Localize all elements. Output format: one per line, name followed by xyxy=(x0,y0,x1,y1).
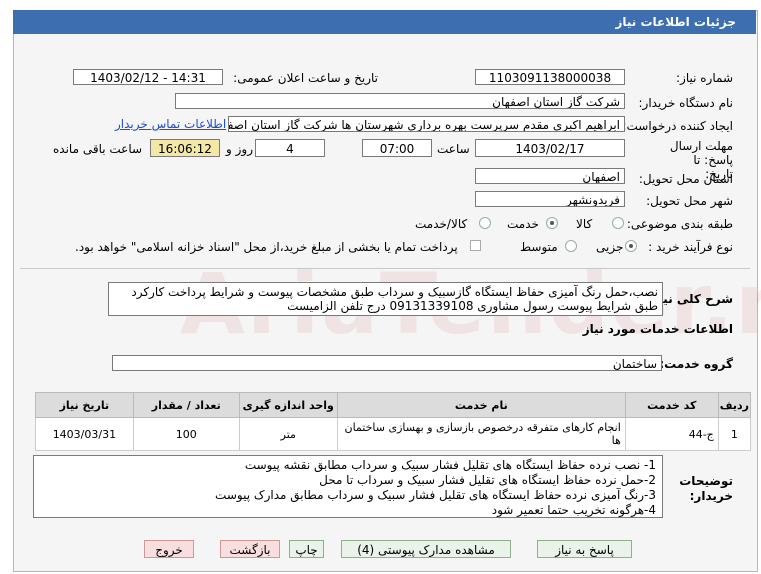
buyer-note-line-1: 1- نصب نرده حفاظ ایستگاه های تقلیل فشار … xyxy=(244,458,656,472)
print-button[interactable]: چاپ xyxy=(289,540,324,558)
process-label: نوع فرآیند خرید : xyxy=(648,240,733,254)
cell-service-name: انجام کارهای متفرقه درخصوص بازسازی و بهس… xyxy=(336,417,626,451)
remaining-time-field: 16:06:12 xyxy=(150,139,220,157)
category-service-radio[interactable] xyxy=(546,217,558,229)
services-section-title: اطلاعات خدمات مورد نیاز xyxy=(582,322,733,336)
service-group-label: گروه خدمت: xyxy=(659,357,733,371)
cell-unit: متر xyxy=(238,417,338,451)
divider xyxy=(20,268,750,269)
process-medium-radio[interactable] xyxy=(565,240,577,252)
exit-button[interactable]: خروج xyxy=(144,540,194,558)
cell-row-no: 1 xyxy=(717,417,752,451)
city-label: شهر محل تحویل: xyxy=(646,194,733,208)
deadline-time-label: ساعت xyxy=(437,142,470,156)
summary-textarea: نصب،حمل رنگ آمیزی حفاظ ایستگاه گازسبیک و… xyxy=(108,282,663,316)
cell-need-date: 1403/03/31 xyxy=(35,417,134,451)
table-header-row: ردیف کد خدمت نام خدمت واحد اندازه گیری ت… xyxy=(35,392,752,418)
buyer-note-line-2: 2-حمل نرده حفاظ ایستگاه های تقلیل فشار س… xyxy=(319,473,656,487)
city-field: فریدونشهر xyxy=(475,191,625,207)
deadline-date-field: 1403/02/17 xyxy=(475,139,625,157)
reply-button[interactable]: پاسخ به نیاز xyxy=(537,540,632,558)
cell-quantity: 100 xyxy=(132,417,240,451)
services-table: ردیف کد خدمت نام خدمت واحد اندازه گیری ت… xyxy=(35,392,752,451)
category-goods-service-label: کالا/خدمت xyxy=(415,217,468,231)
process-minor-radio[interactable] xyxy=(625,240,637,252)
col-header-quantity: تعداد / مقدار xyxy=(132,392,240,418)
need-number-label: شماره نیاز: xyxy=(676,71,733,85)
col-header-service-name: نام خدمت xyxy=(336,392,626,418)
window-title: جزئیات اطلاعات نیاز xyxy=(615,15,736,29)
category-service-label: خدمت xyxy=(507,217,539,231)
col-header-unit: واحد اندازه گیری xyxy=(238,392,338,418)
treasury-checkbox[interactable] xyxy=(470,240,481,251)
buyer-note-line-3: 3-رنگ آمیزی نرده حفاظ ایستگاه های تقلیل … xyxy=(215,488,656,502)
col-header-row-no: ردیف xyxy=(717,392,752,418)
days-label: روز و xyxy=(226,142,253,156)
col-header-need-date: تاریخ نیاز xyxy=(35,392,134,418)
remaining-label: ساعت باقی مانده xyxy=(53,142,143,156)
service-group-field: ساختمان xyxy=(112,355,662,371)
treasury-note: پرداخت تمام یا بخشی از مبلغ خرید،از محل … xyxy=(75,240,458,254)
buyer-org-label: نام دستگاه خریدار: xyxy=(638,96,734,110)
need-number-field: 1103091138000038 xyxy=(475,69,625,85)
category-label: طبقه بندی موضوعی: xyxy=(626,217,733,231)
province-label: استان محل تحویل: xyxy=(638,172,733,186)
requester-field: ابراهیم اکبری مقدم سرپرست بهره برداری شه… xyxy=(228,116,625,132)
remaining-days-field: 4 xyxy=(255,139,325,157)
announce-datetime-label: تاریخ و ساعت اعلان عمومی: xyxy=(233,71,378,85)
buyer-notes-textarea: 1- نصب نرده حفاظ ایستگاه های تقلیل فشار … xyxy=(33,455,663,518)
buyer-contact-link[interactable]: اطلاعات تماس خریدار xyxy=(115,117,226,131)
announce-datetime-field: 1403/02/12 - 14:31 xyxy=(73,69,223,85)
window-titlebar: جزئیات اطلاعات نیاز xyxy=(13,10,756,34)
requester-label: ایجاد کننده درخواست: xyxy=(622,119,733,133)
deadline-time-field: 07:00 xyxy=(362,139,432,157)
buyer-org-field: شرکت گاز استان اصفهان xyxy=(175,93,625,109)
buyer-note-line-4: 4-هرگونه تخریب حتما تعمیر شود xyxy=(491,503,656,517)
category-goods-label: کالا xyxy=(576,217,593,231)
back-button[interactable]: بازگشت xyxy=(220,540,280,558)
table-row: 1 ج-44 انجام کارهای متفرقه درخصوص بازساز… xyxy=(35,417,752,451)
category-goods-service-radio[interactable] xyxy=(479,217,491,229)
process-minor-label: جزیی xyxy=(596,240,624,254)
buyer-notes-label: توضیحات خریدار: xyxy=(679,474,733,503)
view-documents-button[interactable]: مشاهده مدارک پیوستی (4) xyxy=(341,540,511,558)
process-medium-label: متوسط xyxy=(520,240,558,254)
province-field: اصفهان xyxy=(475,168,625,184)
category-goods-radio[interactable] xyxy=(612,217,624,229)
cell-service-code: ج-44 xyxy=(624,417,719,451)
col-header-service-code: کد خدمت xyxy=(624,392,719,418)
